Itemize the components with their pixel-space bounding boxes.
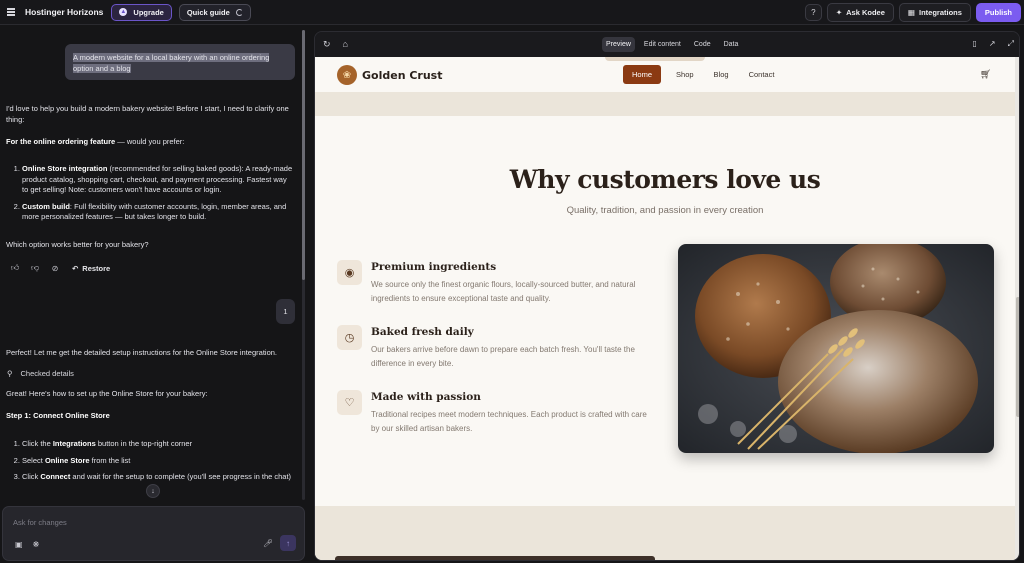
scroll-down-icon[interactable]: ↓ (146, 484, 160, 498)
nav-tab-decoration (605, 57, 705, 61)
chat-input[interactable] (13, 515, 273, 529)
options-list: Online Store integration (recommended fo… (6, 164, 293, 229)
tab-code[interactable]: Code (690, 37, 715, 52)
next-section (315, 506, 1015, 560)
send-button[interactable]: ↑ (280, 535, 296, 551)
assistant-reply-2: Great! Here's how to set up the Online S… (6, 389, 208, 398)
grid-icon: ▦ (907, 8, 915, 17)
award-icon: ◉ (337, 260, 362, 285)
step-title-text: Step 1: Connect Online Store (6, 411, 110, 420)
step-title: Step 1: Connect Online Store (6, 411, 296, 422)
quick-guide-button[interactable]: Quick guide (178, 3, 251, 21)
steps-list: Click the Integrations button in the top… (6, 439, 293, 489)
site-navbar: ❀ Golden Crust Home Shop Blog Contact 🛒︎ (315, 57, 1015, 92)
hide-icon[interactable]: ⊘ (50, 264, 60, 273)
upgrade-icon: ▲ (119, 8, 128, 16)
upgrade-label: Upgrade (133, 7, 164, 17)
restore-button[interactable]: ↶ Restore (72, 264, 110, 273)
image-upload-icon[interactable]: ▣ (15, 540, 23, 549)
feature-text: Our bakers arrive before dawn to prepare… (371, 345, 635, 368)
feature-title: Premium ingredients (371, 261, 497, 273)
next-section-image (335, 556, 655, 560)
refresh-icon[interactable]: ↻ (323, 39, 331, 50)
step-item: Select Online Store from the list (22, 456, 293, 467)
top-bar: Hostinger Horizons ▲ Upgrade Quick guide… (0, 0, 1024, 25)
user-reply: 1 (276, 299, 295, 324)
section-heading: Why customers love us (509, 165, 821, 194)
message-actions: 👍︎ 👎︎ ⊘ ↶ Restore (10, 263, 110, 273)
publish-button[interactable]: Publish (975, 3, 1021, 22)
assistant-reply-1: Perfect! Let me get the detailed setup i… (6, 348, 277, 357)
bread-logo-icon: ❀ (337, 65, 357, 85)
preview-panel: ↻ ⌂ Preview Edit content Code Data ▯ ↗ ⤢… (314, 31, 1020, 561)
help-icon[interactable]: ? (804, 4, 822, 21)
sparkle-icon: ✦ (835, 8, 843, 17)
menu-icon[interactable] (1, 0, 21, 25)
preview-toolbar: ↻ ⌂ Preview Edit content Code Data ▯ ↗ ⤢ (315, 32, 1019, 57)
heart-icon: ♡ (337, 390, 362, 415)
ask-kodee-button[interactable]: ✦ Ask Kodee (826, 3, 894, 22)
quick-guide-label: Quick guide (186, 7, 230, 17)
user-message-text: A modern website for a local bakery with… (73, 53, 270, 73)
checked-details-label: Checked details (20, 369, 74, 378)
ask-kodee-label: Ask Kodee (846, 8, 885, 17)
chat-scrollbar[interactable] (302, 30, 305, 500)
step-item: Click Connect and wait for the setup to … (22, 472, 293, 483)
tab-preview[interactable]: Preview (602, 37, 635, 52)
site-logo[interactable]: ❀ Golden Crust (337, 65, 443, 85)
option-title: Custom build (22, 201, 70, 211)
question-rest: — would you prefer: (115, 137, 185, 146)
feature-text: We source only the finest organic flours… (371, 280, 636, 303)
assistant-followup: Which option works better for your baker… (6, 240, 149, 249)
open-external-icon[interactable]: ↗ (989, 39, 996, 49)
thumbs-down-icon[interactable]: 👎︎ (30, 263, 40, 273)
nav-blog[interactable]: Blog (709, 70, 734, 79)
chat-history[interactable]: A modern website for a local bakery with… (0, 26, 300, 504)
feature-title: Baked fresh daily (371, 326, 474, 338)
assistant-question: For the online ordering feature — would … (6, 137, 291, 148)
integrations-label: Integrations (918, 8, 962, 17)
progress-spinner-icon (235, 8, 243, 16)
brand-name: Golden Crust (362, 68, 443, 82)
integrations-button[interactable]: ▦ Integrations (898, 3, 971, 22)
website-preview[interactable]: ❀ Golden Crust Home Shop Blog Contact 🛒︎… (315, 57, 1015, 560)
feature-text: Traditional recipes meet modern techniqu… (371, 410, 647, 433)
nav-contact[interactable]: Contact (744, 70, 780, 79)
step-item: Click the Integrations button in the top… (22, 439, 293, 450)
thumbs-up-icon[interactable]: 👍︎ (10, 263, 20, 273)
section-subheading: Quality, tradition, and passion in every… (566, 205, 764, 216)
chat-composer: ▣ ❋ 🎤︎ ↑ (2, 506, 305, 561)
microphone-icon[interactable]: 🎤︎ (263, 539, 273, 548)
upgrade-button[interactable]: ▲ Upgrade (111, 3, 172, 21)
user-message: A modern website for a local bakery with… (65, 44, 295, 80)
restore-label: Restore (82, 263, 111, 273)
clock-icon: ◷ (337, 325, 362, 350)
chat-panel: A modern website for a local bakery with… (0, 26, 309, 563)
tab-data[interactable]: Data (720, 37, 743, 52)
home-icon[interactable]: ⌂ (343, 39, 348, 50)
search-icon: ⚲ (7, 369, 13, 378)
bread-photo (678, 244, 994, 453)
option-item: Online Store integration (recommended fo… (22, 164, 293, 196)
tab-edit-content[interactable]: Edit content (640, 37, 685, 52)
question-bold: For the online ordering feature (6, 137, 116, 146)
option-title: Online Store integration (22, 164, 108, 173)
checked-details[interactable]: ⚲ Checked details (7, 369, 74, 378)
mobile-view-icon[interactable]: ▯ (972, 39, 976, 49)
app-title: Hostinger Horizons (25, 7, 104, 17)
section-divider (315, 92, 1015, 116)
assistant-intro: I'd love to help you build a modern bake… (6, 104, 289, 124)
option-item: Custom build: Full flexibility with cust… (22, 202, 293, 223)
nav-shop[interactable]: Shop (671, 70, 699, 79)
preview-scrollbar[interactable] (1015, 57, 1019, 560)
cart-icon[interactable]: 🛒︎ (980, 69, 991, 80)
feature-title: Made with passion (371, 391, 481, 403)
fullscreen-icon[interactable]: ⤢ (1008, 39, 1014, 49)
style-icon[interactable]: ❋ (33, 540, 40, 549)
undo-icon: ↶ (72, 263, 79, 273)
nav-home[interactable]: Home (623, 65, 662, 84)
